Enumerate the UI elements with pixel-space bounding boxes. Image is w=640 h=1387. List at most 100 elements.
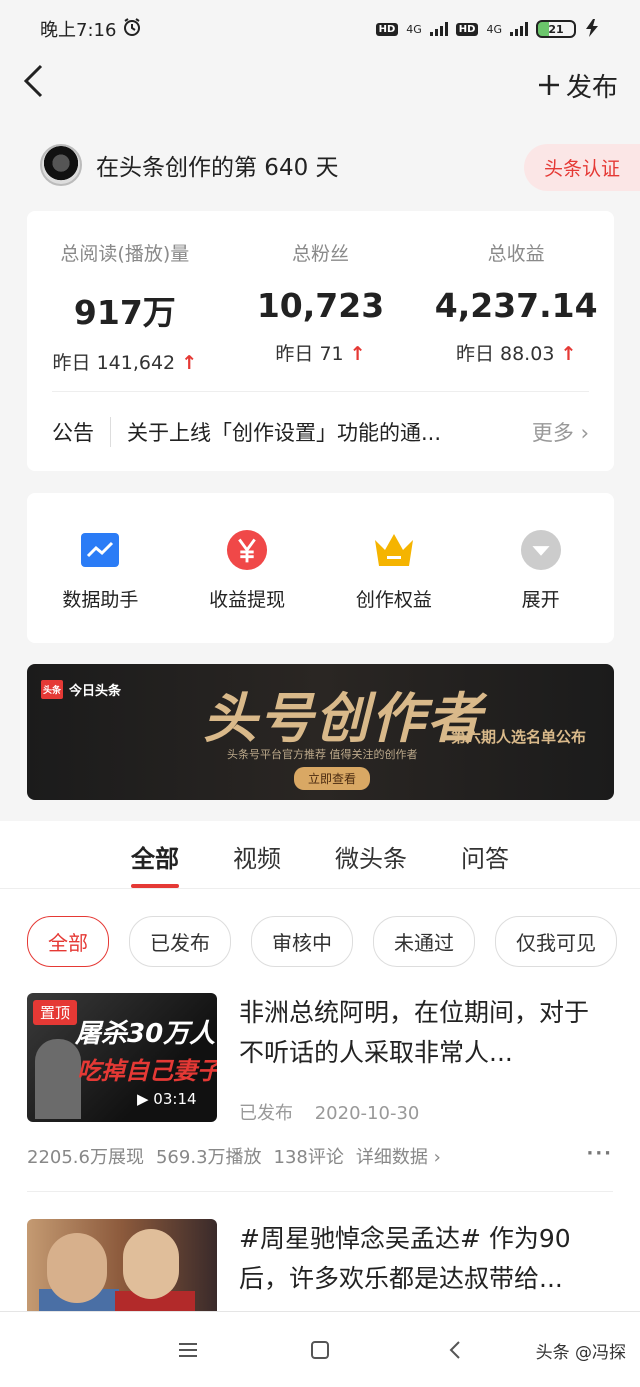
back-icon[interactable] bbox=[440, 1336, 470, 1364]
logo-text: 今日头条 bbox=[69, 684, 122, 699]
filter-reviewing[interactable]: 审核中 bbox=[251, 916, 353, 967]
stat-total-income[interactable]: 总收益 4,237.14 昨日 88.03 ↑ bbox=[418, 211, 614, 386]
content-tabs: 全部 视频 微头条 问答 bbox=[0, 821, 640, 889]
tool-data-assistant[interactable]: 数据助手 bbox=[27, 493, 174, 643]
filter-all[interactable]: 全部 bbox=[27, 916, 109, 967]
watermark-text: 头条 @冯探 bbox=[535, 1343, 626, 1363]
publish-button[interactable]: 发布 bbox=[538, 67, 618, 104]
post-plays: 569.3万播放 bbox=[155, 1147, 262, 1168]
stat-label: 总收益 bbox=[487, 243, 545, 265]
arrow-up-icon: ↑ bbox=[349, 343, 366, 365]
stats-card: 总阅读(播放)量 917万 昨日 141,642 ↑ 总粉丝 10,723 昨日… bbox=[27, 211, 614, 471]
post-status: 已发布 bbox=[239, 1103, 293, 1124]
banner-view-button[interactable]: 立即查看 bbox=[294, 767, 371, 790]
detail-label: 详细数据 bbox=[355, 1147, 428, 1168]
status-time-group: 晚上7:16 bbox=[40, 16, 142, 42]
tool-label: 收益提现 bbox=[209, 589, 286, 611]
status-time: 晚上7:16 bbox=[40, 20, 117, 41]
tab-video[interactable]: 视频 bbox=[206, 821, 308, 888]
stat-yesterday-text: 昨日 141,642 bbox=[52, 352, 176, 374]
network-label-1: 4G bbox=[406, 22, 422, 36]
signal-icon bbox=[429, 22, 448, 36]
notice-more-link[interactable]: 更多 › bbox=[532, 417, 589, 447]
expand-icon bbox=[520, 529, 562, 571]
thumbnail-figure bbox=[35, 1039, 81, 1119]
thumbnail-caption-2: 吃掉自己妻子 bbox=[77, 1057, 217, 1085]
home-icon[interactable] bbox=[305, 1336, 335, 1364]
filter-published[interactable]: 已发布 bbox=[129, 916, 231, 967]
charging-icon bbox=[584, 18, 600, 40]
toutiao-logo: 头条 今日头条 bbox=[41, 680, 121, 699]
notice-bar[interactable]: 公告 关于上线「创作设置」功能的通... 更多 › bbox=[52, 391, 589, 471]
tools-card: 数据助手 收益提现 创作权益 展开 bbox=[27, 493, 614, 643]
tab-all[interactable]: 全部 bbox=[104, 821, 206, 888]
thumbnail-caption-1: 屠杀30万人 bbox=[75, 1019, 216, 1049]
banner-announcement: 第六期人选名单公布 bbox=[451, 728, 587, 746]
filter-private[interactable]: 仅我可见 bbox=[495, 916, 617, 967]
crown-icon bbox=[373, 529, 415, 571]
stat-label: 总粉丝 bbox=[292, 243, 350, 265]
post-date: 2020-10-30 bbox=[314, 1103, 420, 1124]
stat-yesterday: 昨日 71 ↑ bbox=[223, 339, 419, 366]
video-duration: ▶ 03:14 bbox=[137, 1090, 197, 1108]
certification-badge[interactable]: 头条认证 bbox=[523, 144, 640, 191]
stat-label: 总阅读(播放)量 bbox=[60, 243, 190, 265]
tool-expand[interactable]: 展开 bbox=[467, 493, 614, 643]
chart-icon bbox=[79, 529, 121, 571]
notice-tag: 公告 bbox=[52, 416, 111, 447]
battery-icon: 21 bbox=[536, 20, 576, 38]
chevron-right-icon: › bbox=[433, 1147, 441, 1168]
stat-value: 917万 bbox=[73, 293, 176, 332]
stat-yesterday-text: 昨日 88.03 bbox=[455, 343, 555, 365]
status-indicators: HD 4G HD 4G 21 bbox=[375, 18, 600, 40]
thumbnail-face bbox=[123, 1229, 179, 1299]
post-impressions: 2205.6万展现 bbox=[27, 1147, 144, 1168]
detail-data-link[interactable]: 详细数据 › bbox=[356, 1143, 441, 1169]
hd-icon-2: HD bbox=[455, 22, 479, 36]
tool-income-withdraw[interactable]: 收益提现 bbox=[174, 493, 321, 643]
profile-row: 在头条创作的第 640 天 头条认证 bbox=[0, 140, 640, 191]
tool-label: 创作权益 bbox=[355, 589, 432, 611]
tab-qa[interactable]: 问答 bbox=[434, 821, 536, 888]
more-label: 更多 bbox=[531, 420, 574, 445]
signal-icon-2 bbox=[510, 22, 528, 36]
tool-label: 数据助手 bbox=[62, 589, 139, 611]
stat-total-fans[interactable]: 总粉丝 10,723 昨日 71 ↑ bbox=[223, 211, 419, 386]
plus-icon bbox=[538, 75, 559, 95]
alarm-icon bbox=[122, 17, 142, 42]
arrow-up-icon: ↑ bbox=[560, 343, 577, 365]
promo-banner[interactable]: 头条 今日头条 头号创作者 头条号平台官方推荐 值得关注的创作者 第六期人选名单… bbox=[27, 664, 614, 800]
menu-icon[interactable] bbox=[173, 1336, 203, 1364]
publish-label: 发布 bbox=[565, 72, 618, 103]
stats-row: 总阅读(播放)量 917万 昨日 141,642 ↑ 总粉丝 10,723 昨日… bbox=[27, 211, 614, 386]
stat-yesterday: 昨日 88.03 ↑ bbox=[418, 339, 614, 366]
back-button[interactable] bbox=[22, 64, 46, 107]
status-bar: 晚上7:16 HD 4G HD 4G 21 bbox=[0, 0, 640, 58]
more-options-icon[interactable]: ··· bbox=[586, 1143, 613, 1169]
top-navbar: 发布 bbox=[0, 58, 640, 112]
post-meta: 已发布 2020-10-30 bbox=[239, 1099, 419, 1125]
post-comments: 138评论 bbox=[273, 1147, 344, 1168]
logo-box: 头条 bbox=[41, 680, 64, 699]
tab-micro-post[interactable]: 微头条 bbox=[308, 821, 434, 888]
filter-rejected[interactable]: 未通过 bbox=[373, 916, 475, 967]
post-title[interactable]: 非洲总统阿明，在位期间，对于不听话的人采取非常人... bbox=[239, 993, 611, 1073]
stat-total-reads[interactable]: 总阅读(播放)量 917万 昨日 141,642 ↑ bbox=[27, 211, 223, 386]
video-thumbnail[interactable]: 屠杀30万人 吃掉自己妻子 置顶 ▶ 03:14 bbox=[27, 993, 217, 1122]
filter-chips: 全部 已发布 审核中 未通过 仅我可见 bbox=[0, 889, 640, 967]
divider bbox=[27, 1191, 613, 1192]
chevron-left-icon bbox=[23, 64, 43, 97]
hd-icon: HD bbox=[375, 22, 399, 36]
arrow-up-icon: ↑ bbox=[181, 352, 198, 374]
tool-label: 展开 bbox=[521, 589, 560, 611]
creation-days-text: 在头条创作的第 640 天 bbox=[96, 155, 339, 181]
avatar[interactable] bbox=[40, 144, 82, 186]
banner-subtitle: 头条号平台官方推荐 值得关注的创作者 bbox=[227, 748, 418, 761]
post-title[interactable]: #周星驰悼念吴孟达# 作为90后，许多欢乐都是达叔带给... bbox=[239, 1219, 611, 1299]
thumbnail-face bbox=[47, 1233, 107, 1303]
tool-creator-rights[interactable]: 创作权益 bbox=[321, 493, 468, 643]
notice-text[interactable]: 关于上线「创作设置」功能的通... bbox=[127, 417, 506, 447]
post-thumbnail[interactable] bbox=[27, 1219, 217, 1311]
yuan-icon bbox=[226, 529, 268, 571]
chevron-right-icon: › bbox=[580, 420, 589, 445]
